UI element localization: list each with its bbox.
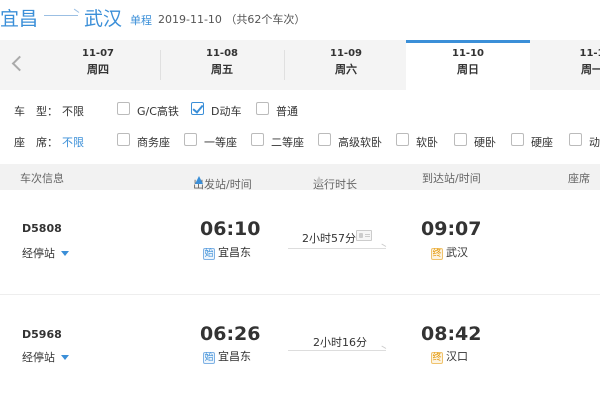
- seat-type-filter: 座 席： 不限 商务座 一等座 二等座 高级软卧 软卧 硬卧 硬座 动: [0, 132, 600, 152]
- arrive-station-name: 汉口: [446, 350, 468, 363]
- train-type-filter: 车 型： 不限 G/C高铁 D动车 普通: [0, 101, 600, 121]
- option-label: 普通: [276, 105, 298, 118]
- date-tab-weekday: 周日: [457, 63, 479, 76]
- stops-label: 经停站: [22, 247, 55, 260]
- id-card-icon: [356, 230, 372, 241]
- date-tab-weekday: 周五: [211, 63, 233, 76]
- date-tab-weekday: 周四: [87, 63, 109, 76]
- checkbox[interactable]: [318, 133, 331, 146]
- to-city[interactable]: 武汉: [84, 4, 122, 31]
- date-tab-date: 11-10: [452, 48, 484, 59]
- trip-type-label: 单程: [130, 14, 152, 27]
- date-tab-bar: 11-07 周四 11-08 周五 11-09 周六 11-10 周日 11-1…: [0, 40, 600, 90]
- date-tab-weekday: 周一: [581, 63, 600, 76]
- train-row[interactable]: D5968 经停站 06:26 始宜昌东 2小时16分 08:42 终汉口: [0, 296, 600, 400]
- option-label: 商务座: [137, 136, 170, 149]
- start-station-tag: 始: [203, 248, 215, 260]
- date-tab[interactable]: 11-08 周五: [160, 40, 284, 90]
- seat-type-label: 座 席：: [14, 136, 58, 149]
- date-tab[interactable]: 11-09 周六: [284, 40, 408, 90]
- train-number[interactable]: D5968: [22, 328, 62, 341]
- sort-asc-icon[interactable]: [195, 176, 203, 184]
- stops-dropdown[interactable]: 经停站: [22, 349, 69, 365]
- depart-station-name: 宜昌东: [218, 246, 251, 259]
- date-tab-date: 11-1: [579, 48, 600, 59]
- checkbox[interactable]: [511, 133, 524, 146]
- option-label: 硬卧: [474, 136, 496, 149]
- arrive-time: 09:07: [421, 218, 482, 240]
- sort-icon[interactable]: [315, 176, 323, 184]
- depart-time: 06:26: [200, 323, 261, 345]
- train-number[interactable]: D5808: [22, 222, 62, 235]
- checkbox-checked[interactable]: [191, 102, 204, 115]
- start-station-tag: 始: [203, 352, 215, 364]
- duration-line: [288, 350, 386, 351]
- duration: 2小时16分: [313, 336, 367, 349]
- option-label: D动车: [211, 105, 242, 118]
- end-station-tag: 终: [431, 352, 443, 364]
- train-type-all[interactable]: 不限: [62, 103, 84, 119]
- arrive-station: 终武汉: [431, 244, 468, 260]
- col-train-info: 车次信息: [20, 172, 64, 185]
- end-station-tag: 终: [431, 248, 443, 260]
- depart-time: 06:10: [200, 218, 261, 240]
- duration: 2小时57分: [302, 232, 356, 245]
- caret-down-icon: [61, 251, 69, 256]
- table-header: 车次信息 出发站/时间 运行时长 到达站/时间 座席: [0, 164, 600, 191]
- date-tab-date: 11-07: [82, 48, 114, 59]
- depart-station-name: 宜昌东: [218, 350, 251, 363]
- date-tab-date: 11-08: [206, 48, 238, 59]
- stops-dropdown[interactable]: 经停站: [22, 245, 69, 261]
- stops-label: 经停站: [22, 351, 55, 364]
- route-arrow-icon: [44, 15, 78, 16]
- option-label: 动: [589, 136, 600, 149]
- checkbox[interactable]: [117, 102, 130, 115]
- col-arrive: 到达站/时间: [422, 172, 481, 185]
- train-type-label: 车 型：: [14, 105, 58, 118]
- arrive-station: 终汉口: [431, 348, 468, 364]
- col-seats: 座席: [568, 172, 590, 185]
- checkbox[interactable]: [256, 102, 269, 115]
- checkbox[interactable]: [569, 133, 582, 146]
- option-label: 高级软卧: [338, 136, 382, 149]
- date-tab[interactable]: 11-07 周四: [36, 40, 160, 90]
- depart-station: 始宜昌东: [203, 348, 251, 364]
- checkbox[interactable]: [184, 133, 197, 146]
- checkbox[interactable]: [454, 133, 467, 146]
- date-tab[interactable]: 11-1 周一: [530, 40, 600, 90]
- train-row[interactable]: D5808 经停站 06:10 始宜昌东 2小时57分 09:07 终武汉: [0, 190, 600, 294]
- row-divider: [0, 294, 600, 295]
- date-tab-date: 11-09: [330, 48, 362, 59]
- caret-down-icon: [61, 355, 69, 360]
- checkbox[interactable]: [396, 133, 409, 146]
- checkbox[interactable]: [117, 133, 130, 146]
- duration-line: [288, 248, 386, 249]
- date-tab-weekday: 周六: [335, 63, 357, 76]
- search-summary: 2019-11-10 （共62个车次）: [158, 13, 306, 26]
- from-city[interactable]: 宜昌: [0, 4, 38, 31]
- option-label: 二等座: [271, 136, 304, 149]
- chevron-left-icon: [11, 55, 28, 72]
- date-tab-active[interactable]: 11-10 周日: [406, 40, 530, 90]
- option-label: G/C高铁: [137, 105, 179, 118]
- depart-station: 始宜昌东: [203, 244, 251, 260]
- option-label: 硬座: [531, 136, 553, 149]
- arrive-station-name: 武汉: [446, 246, 468, 259]
- seat-type-all[interactable]: 不限: [62, 134, 84, 150]
- option-label: 软卧: [416, 136, 438, 149]
- train-search-page: 宜昌 武汉 单程 2019-11-10 （共62个车次） 11-07 周四 11…: [0, 0, 600, 400]
- option-label: 一等座: [204, 136, 237, 149]
- route-header: 宜昌 武汉 单程 2019-11-10 （共62个车次）: [0, 0, 600, 34]
- prev-date-button[interactable]: [0, 42, 36, 88]
- arrive-time: 08:42: [421, 323, 482, 345]
- checkbox[interactable]: [251, 133, 264, 146]
